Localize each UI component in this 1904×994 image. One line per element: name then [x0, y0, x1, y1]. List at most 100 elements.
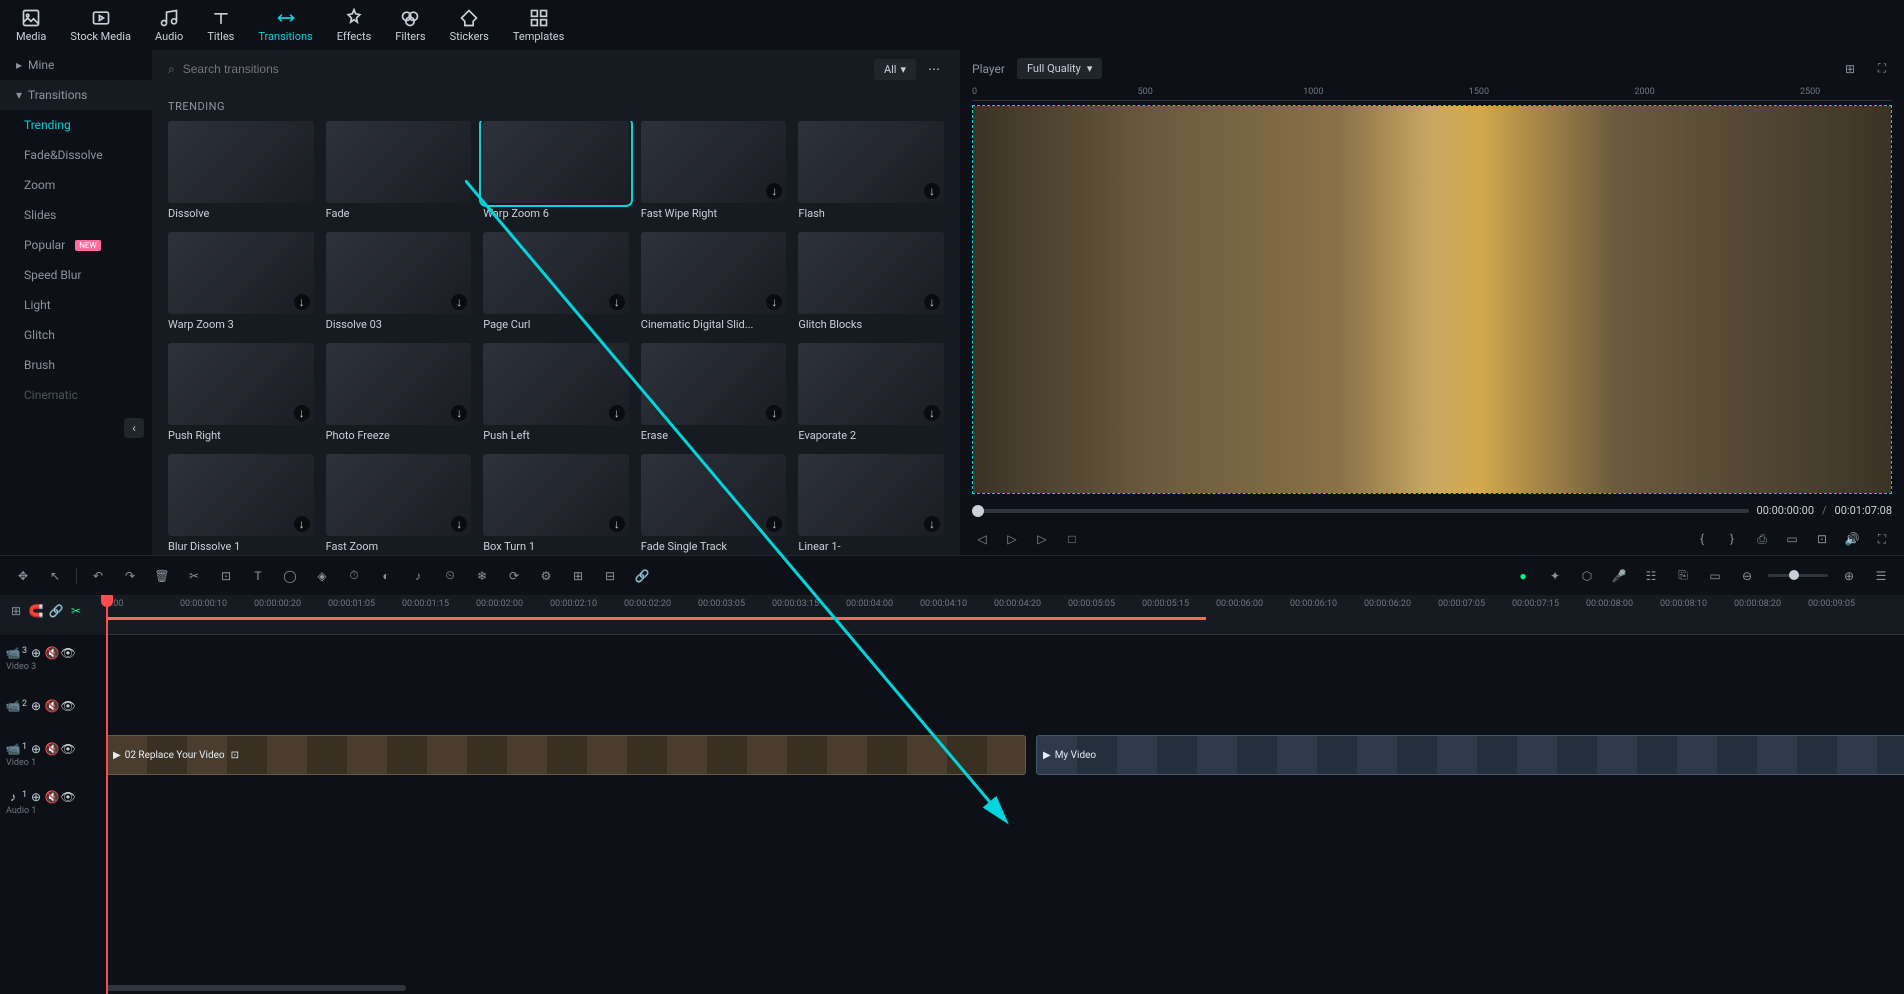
- split-icon[interactable]: ✂: [183, 565, 205, 587]
- sidebar-item-cinematic[interactable]: Cinematic: [0, 380, 152, 410]
- sidebar-mine[interactable]: ▸Mine: [0, 50, 152, 80]
- download-icon[interactable]: ↓: [609, 294, 625, 310]
- adjust-icon[interactable]: ⚙: [535, 565, 557, 587]
- fullscreen-icon[interactable]: ⛶: [1872, 529, 1892, 549]
- tl-view-icon[interactable]: ⊞: [8, 603, 24, 619]
- timer-icon[interactable]: ⏲: [439, 565, 461, 587]
- keyframe-icon[interactable]: ◈: [311, 565, 333, 587]
- tab-stickers[interactable]: Stickers: [450, 8, 489, 43]
- download-icon[interactable]: ↓: [294, 294, 310, 310]
- fit-icon[interactable]: ▭: [1704, 565, 1726, 587]
- zoom-slider[interactable]: [1768, 574, 1828, 577]
- expand-icon[interactable]: ⊟: [599, 565, 621, 587]
- download-icon[interactable]: ↓: [924, 294, 940, 310]
- sidebar-item-popular[interactable]: PopularNEW: [0, 230, 152, 260]
- quality-dropdown[interactable]: Full Quality▾: [1017, 58, 1102, 79]
- search-input[interactable]: [183, 62, 866, 76]
- download-icon[interactable]: ↓: [766, 294, 782, 310]
- list-view-icon[interactable]: ☰: [1870, 565, 1892, 587]
- zoom-in-icon[interactable]: ⊕: [1838, 565, 1860, 587]
- tl-magnet-icon[interactable]: 🧲: [28, 603, 44, 619]
- filter-dropdown[interactable]: All▾: [874, 59, 916, 80]
- track-row-2[interactable]: [106, 683, 1904, 731]
- marker-icon[interactable]: ⬡: [1576, 565, 1598, 587]
- download-icon[interactable]: ↓: [451, 294, 467, 310]
- zoom-out-icon[interactable]: ⊖: [1736, 565, 1758, 587]
- download-icon[interactable]: ↓: [294, 405, 310, 421]
- download-icon[interactable]: ↓: [766, 516, 782, 532]
- track-mute-icon[interactable]: 🔇: [45, 742, 59, 756]
- download-icon[interactable]: ↓: [766, 405, 782, 421]
- sidebar-item-glitch[interactable]: Glitch: [0, 320, 152, 350]
- clip-my-video[interactable]: ▶My Video: [1036, 735, 1904, 775]
- redo-icon[interactable]: ↷: [119, 565, 141, 587]
- clip-replace-video[interactable]: ▶02 Replace Your Video⊡: [106, 735, 1026, 775]
- sidebar-transitions[interactable]: ▾Transitions: [0, 80, 152, 110]
- track-visibility-icon[interactable]: 👁: [61, 699, 75, 713]
- tl-snap-icon[interactable]: ✂: [68, 603, 84, 619]
- sidebar-item-slides[interactable]: Slides: [0, 200, 152, 230]
- tab-audio[interactable]: Audio: [155, 8, 183, 43]
- timeline-ruler[interactable]: 0:0000:00:00:1000:00:00:2000:00:01:0500:…: [106, 595, 1904, 635]
- text-icon[interactable]: T: [247, 565, 269, 587]
- tracks-content[interactable]: ▶02 Replace Your Video⊡ ▶My Video: [106, 635, 1904, 982]
- mic-icon[interactable]: 🎤: [1608, 565, 1630, 587]
- transition-card[interactable]: ↓Blur Dissolve 1: [168, 454, 314, 553]
- download-icon[interactable]: ↓: [451, 405, 467, 421]
- motion-icon[interactable]: ⟳: [503, 565, 525, 587]
- more-options-icon[interactable]: ⋯: [924, 58, 944, 80]
- playhead[interactable]: [106, 595, 108, 994]
- next-frame-icon[interactable]: ▷: [1032, 529, 1052, 549]
- track-add-icon[interactable]: ⊕: [29, 790, 43, 804]
- tab-templates[interactable]: Templates: [513, 8, 564, 43]
- aspect-ratio-icon[interactable]: ⊡: [1812, 529, 1832, 549]
- group-icon[interactable]: ⊞: [567, 565, 589, 587]
- preview-scrubber[interactable]: [972, 509, 1749, 513]
- sidebar-item-speedblur[interactable]: Speed Blur: [0, 260, 152, 290]
- download-icon[interactable]: ↓: [609, 516, 625, 532]
- track-visibility-icon[interactable]: 👁: [61, 790, 75, 804]
- mark-in-icon[interactable]: {: [1692, 529, 1712, 549]
- mark-out-icon[interactable]: }: [1722, 529, 1742, 549]
- download-icon[interactable]: ↓: [609, 405, 625, 421]
- track-mute-icon[interactable]: 🔇: [45, 790, 59, 804]
- transition-card[interactable]: Fade: [326, 121, 472, 220]
- track-add-icon[interactable]: ⊕: [29, 742, 43, 756]
- audio-icon[interactable]: ♪: [407, 565, 429, 587]
- sidebar-item-trending[interactable]: Trending: [0, 110, 152, 140]
- sidebar-item-light[interactable]: Light: [0, 290, 152, 320]
- track-mute-icon[interactable]: 🔇: [45, 646, 59, 660]
- play-icon[interactable]: ▷: [1002, 529, 1022, 549]
- transition-card[interactable]: ↓Page Curl: [483, 232, 629, 331]
- download-icon[interactable]: ↓: [294, 516, 310, 532]
- export-frame-icon[interactable]: ⎙: [1752, 529, 1772, 549]
- track-add-icon[interactable]: ⊕: [29, 646, 43, 660]
- transition-card[interactable]: ↓Erase: [641, 343, 787, 442]
- transition-card[interactable]: ↓Box Turn 1: [483, 454, 629, 553]
- magnet-icon[interactable]: ●: [1512, 565, 1534, 587]
- sidebar-collapse-button[interactable]: ‹: [124, 418, 144, 438]
- sidebar-item-brush[interactable]: Brush: [0, 350, 152, 380]
- transition-card[interactable]: ↓Evaporate 2: [798, 343, 944, 442]
- freeze-icon[interactable]: ❄: [471, 565, 493, 587]
- transition-card[interactable]: ↓Photo Freeze: [326, 343, 472, 442]
- timeline-scrollbar[interactable]: [0, 982, 1904, 994]
- preview-viewport[interactable]: [972, 105, 1892, 494]
- transition-card[interactable]: ↓Warp Zoom 3: [168, 232, 314, 331]
- tab-media[interactable]: Media: [16, 8, 46, 43]
- transition-card[interactable]: ↓Push Right: [168, 343, 314, 442]
- zoom-handle[interactable]: [1789, 570, 1799, 580]
- download-icon[interactable]: ↓: [451, 516, 467, 532]
- track-add-icon[interactable]: ⊕: [29, 699, 43, 713]
- mixer-icon[interactable]: ☷: [1640, 565, 1662, 587]
- safe-zone-icon[interactable]: ▭: [1782, 529, 1802, 549]
- transition-card[interactable]: ↓Dissolve 03: [326, 232, 472, 331]
- transition-card[interactable]: ↓Flash: [798, 121, 944, 220]
- transition-card[interactable]: Warp Zoom 6: [483, 121, 629, 220]
- scrubber-handle[interactable]: [972, 505, 984, 517]
- download-icon[interactable]: ↓: [924, 516, 940, 532]
- tab-stock-media[interactable]: Stock Media: [70, 8, 131, 43]
- tab-filters[interactable]: Filters: [395, 8, 425, 43]
- download-icon[interactable]: ↓: [924, 405, 940, 421]
- tab-titles[interactable]: Titles: [207, 8, 234, 43]
